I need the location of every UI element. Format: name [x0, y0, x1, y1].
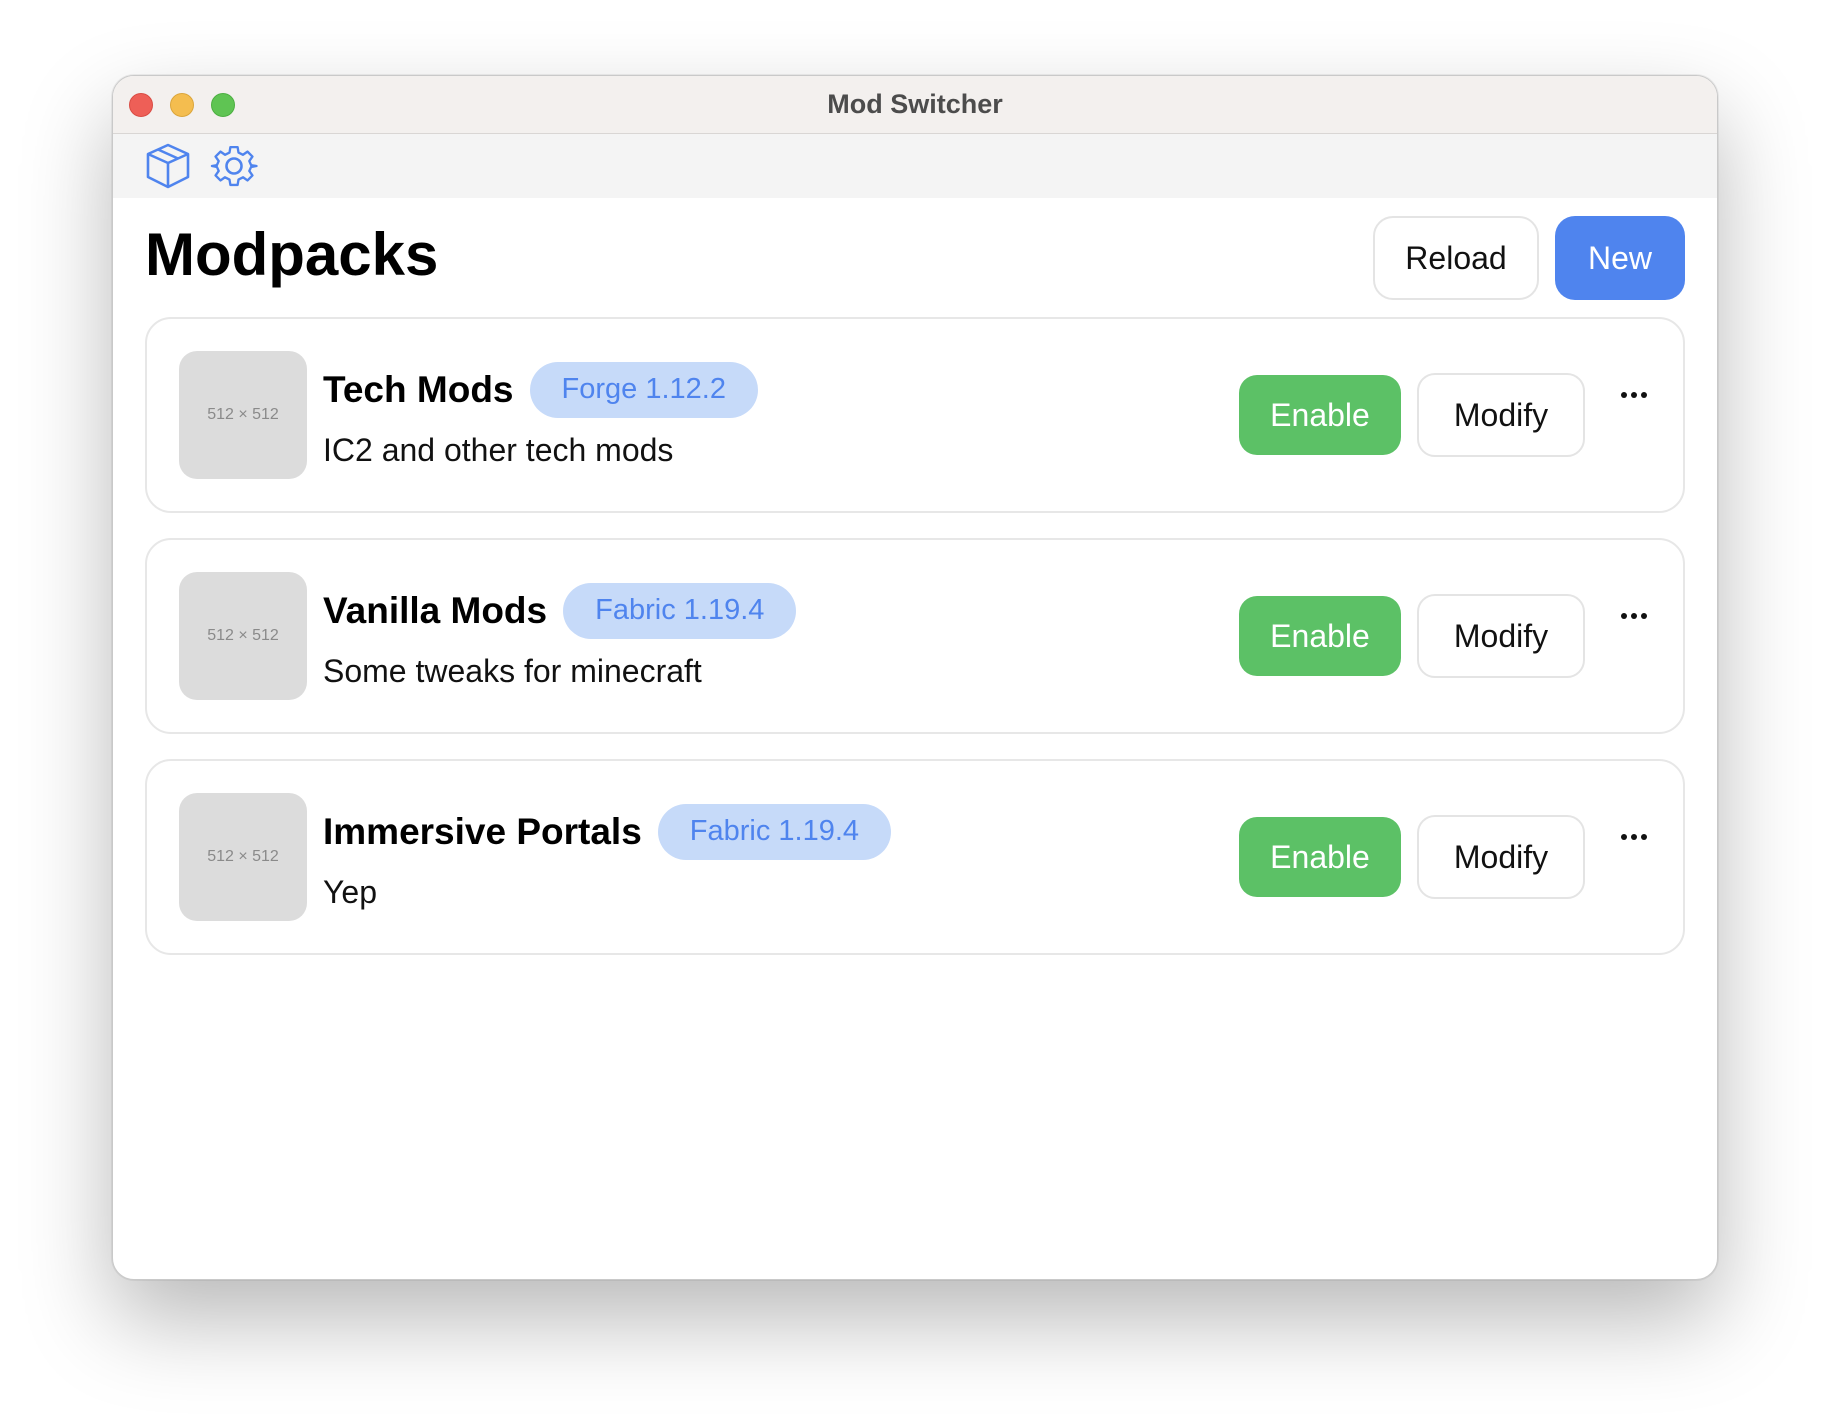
window-controls: [129, 93, 235, 117]
loader-badge: Forge 1.12.2: [529, 361, 758, 418]
modify-button[interactable]: Modify: [1417, 815, 1585, 899]
gear-icon[interactable]: [209, 141, 259, 191]
zoom-button[interactable]: [211, 93, 235, 117]
modpack-info: Vanilla Mods Fabric 1.19.4 Some tweaks f…: [323, 582, 1239, 690]
modify-button[interactable]: Modify: [1417, 373, 1585, 457]
modpack-actions: Enable Modify: [1239, 594, 1651, 678]
main-content: Modpacks Reload New 512 × 512 Tech Mods …: [113, 198, 1717, 955]
cube-icon[interactable]: [143, 141, 193, 191]
modpack-name: Vanilla Mods: [323, 589, 548, 631]
modpack-description: IC2 and other tech mods: [323, 431, 674, 468]
loader-badge: Fabric 1.19.4: [657, 803, 892, 860]
more-options-icon[interactable]: [1617, 390, 1651, 430]
enable-button[interactable]: Enable: [1239, 596, 1401, 676]
modpack-name: Tech Mods: [323, 368, 514, 410]
modpack-description: Yep: [323, 873, 377, 910]
modpack-thumbnail: 512 × 512: [179, 793, 307, 921]
new-button[interactable]: New: [1555, 216, 1685, 300]
minimize-button[interactable]: [170, 93, 194, 117]
modpack-thumbnail: 512 × 512: [179, 572, 307, 700]
modpack-list: 512 × 512 Tech Mods Forge 1.12.2 IC2 and…: [145, 317, 1685, 955]
modpack-card: 512 × 512 Vanilla Mods Fabric 1.19.4 Som…: [145, 538, 1685, 734]
toolbar: [113, 134, 1717, 198]
modify-button[interactable]: Modify: [1417, 594, 1585, 678]
header-actions: Reload New: [1373, 216, 1685, 300]
modpack-description: Some tweaks for minecraft: [323, 652, 702, 689]
enable-button[interactable]: Enable: [1239, 375, 1401, 455]
modpack-name: Immersive Portals: [323, 810, 642, 852]
modpack-actions: Enable Modify: [1239, 815, 1651, 899]
page-title: Modpacks: [145, 221, 439, 288]
modpack-card: 512 × 512 Tech Mods Forge 1.12.2 IC2 and…: [145, 317, 1685, 513]
close-button[interactable]: [129, 93, 153, 117]
more-options-icon[interactable]: [1617, 832, 1651, 872]
modpack-info: Immersive Portals Fabric 1.19.4 Yep: [323, 803, 1239, 911]
reload-button[interactable]: Reload: [1373, 216, 1539, 300]
modpack-actions: Enable Modify: [1239, 373, 1651, 457]
title-bar: Mod Switcher: [113, 76, 1717, 134]
modpack-info: Tech Mods Forge 1.12.2 IC2 and other tec…: [323, 361, 1239, 469]
modpack-thumbnail: 512 × 512: [179, 351, 307, 479]
app-window: Mod Switcher Modpacks Reload New 512 × 5…: [112, 75, 1718, 1280]
enable-button[interactable]: Enable: [1239, 817, 1401, 897]
window-title: Mod Switcher: [827, 89, 1003, 119]
loader-badge: Fabric 1.19.4: [563, 582, 797, 639]
page-header: Modpacks Reload New: [145, 216, 1685, 317]
more-options-icon[interactable]: [1617, 611, 1651, 651]
modpack-card: 512 × 512 Immersive Portals Fabric 1.19.…: [145, 759, 1685, 955]
